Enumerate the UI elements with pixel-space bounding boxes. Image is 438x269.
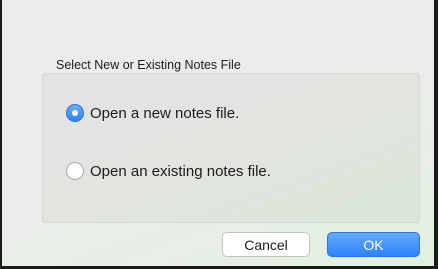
- radio-option-label[interactable]: Open an existing notes file.: [90, 163, 271, 180]
- ok-button[interactable]: OK: [327, 232, 420, 257]
- file-choice-group: [42, 73, 420, 223]
- radio-checked-icon[interactable]: [66, 104, 84, 122]
- radio-option-existing-file[interactable]: Open an existing notes file.: [66, 162, 271, 180]
- dialog-window: Select New or Existing Notes File Open a…: [0, 0, 438, 269]
- group-title: Select New or Existing Notes File: [56, 58, 241, 72]
- radio-option-label[interactable]: Open a new notes file.: [90, 105, 239, 122]
- radio-option-new-file[interactable]: Open a new notes file.: [66, 104, 239, 122]
- radio-unchecked-icon[interactable]: [66, 162, 84, 180]
- cancel-button[interactable]: Cancel: [222, 232, 310, 257]
